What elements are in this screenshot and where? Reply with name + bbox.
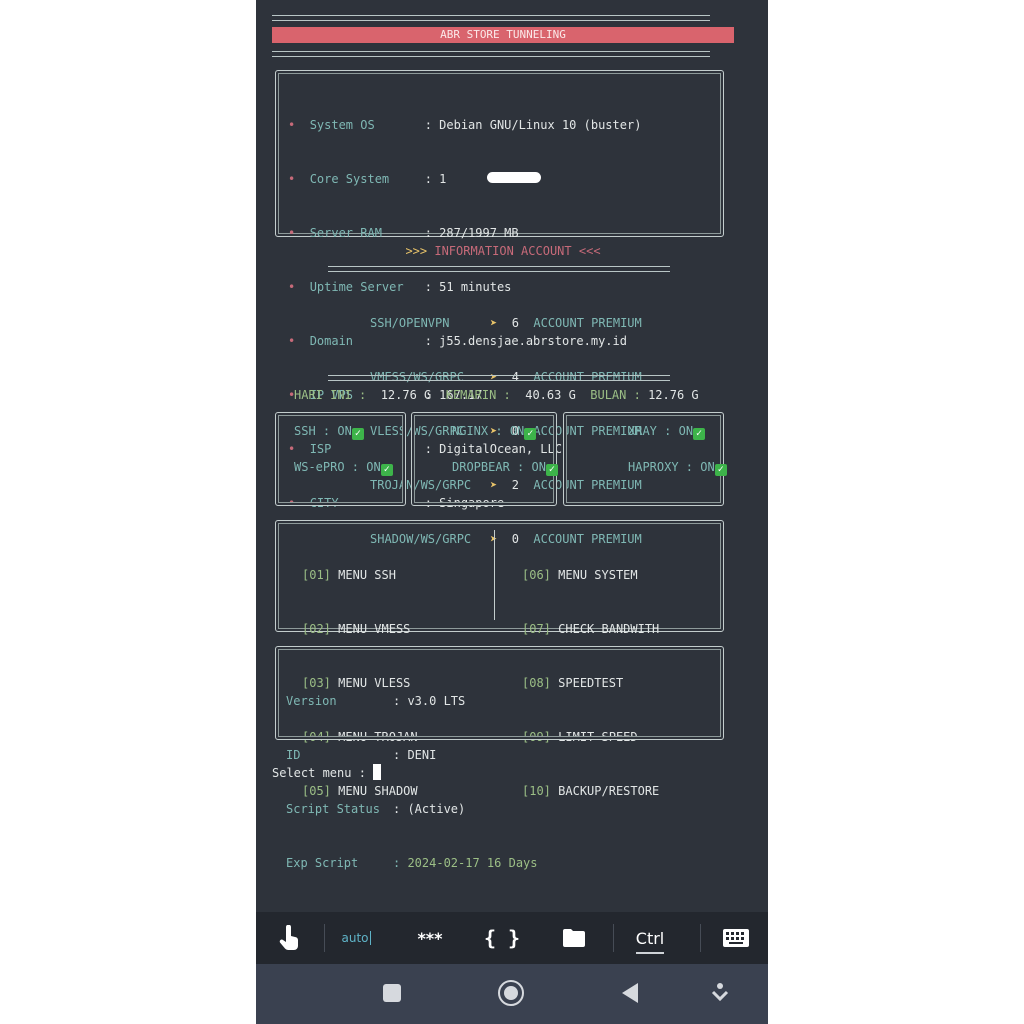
account-row: SSH/OPENVPN ➤ 6 ACCOUNT PREMIUM xyxy=(370,316,642,330)
keyboard-icon[interactable] xyxy=(704,912,768,964)
ctrl-button[interactable]: Ctrl xyxy=(620,912,680,964)
system-nav-bar xyxy=(256,964,768,1024)
service-dropbear: DROPBEAR : ON ✓ xyxy=(452,458,558,476)
script-row: ID: DENI xyxy=(286,748,437,762)
extra-keys-toolbar: auto *** { } Ctrl xyxy=(256,912,768,964)
menu-item-01[interactable]: [01] MENU SSH xyxy=(302,566,418,584)
account-divider-bottom xyxy=(328,375,670,381)
menu-column-divider xyxy=(494,530,495,620)
arrow-down-icon[interactable] xyxy=(710,982,730,1008)
folder-icon[interactable] xyxy=(546,912,602,964)
circle-icon[interactable] xyxy=(498,980,524,1006)
check-icon: ✓ xyxy=(693,428,706,440)
square-icon[interactable] xyxy=(383,984,401,1002)
auto-button[interactable]: auto xyxy=(328,912,384,964)
check-icon: ✓ xyxy=(545,464,558,476)
touch-icon[interactable] xyxy=(256,912,322,964)
service-haproxy: HAPROXY : ON ✓ xyxy=(628,458,727,476)
check-icon: ✓ xyxy=(714,464,727,476)
menu-item-07[interactable]: [07] CHECK BANDWITH xyxy=(522,620,659,638)
select-menu-prompt[interactable]: Select menu : xyxy=(272,764,382,782)
service-ssh: SSH : ON ✓ xyxy=(294,422,364,440)
system-row: • Core System: 1 xyxy=(288,172,447,186)
braces-button[interactable]: { } xyxy=(474,912,530,964)
bandwidth-line: HARI INI : 12.76 G KEMARIN : 40.63 G BUL… xyxy=(294,388,699,402)
service-ws-epro: WS-ePRO : ON ✓ xyxy=(294,458,393,476)
check-icon: ✓ xyxy=(524,428,537,440)
check-icon: ✓ xyxy=(380,464,393,476)
menu-item-10[interactable]: [10] BACKUP/RESTORE xyxy=(522,782,659,800)
script-row: Script Status: (Active) xyxy=(286,802,466,816)
script-row: Exp Script: 2024-02-17 16 Days xyxy=(286,856,538,870)
menu-item-06[interactable]: [06] MENU SYSTEM xyxy=(522,566,659,584)
service-xray: XRAY : ON ✓ xyxy=(628,422,706,440)
redaction-mark xyxy=(487,172,541,183)
terminal-screen: ABR STORE TUNNELING • System OS: Debian … xyxy=(256,0,768,1024)
stars-button[interactable]: *** xyxy=(402,912,458,964)
service-nginx: NGINX : ON ✓ xyxy=(452,422,537,440)
account-divider-top xyxy=(328,266,670,272)
header-divider-top xyxy=(272,15,710,21)
script-info-list: Version: v3.0 LTS ID: DENI Script Status… xyxy=(286,656,538,908)
system-row: • Server RAM: 287/1997 MB xyxy=(288,226,519,240)
text-cursor xyxy=(373,764,382,780)
title-banner: ABR STORE TUNNELING xyxy=(272,27,734,43)
script-row: Version: v3.0 LTS xyxy=(286,694,466,708)
header-divider-bottom xyxy=(272,51,710,57)
arrow-icon: ➤ xyxy=(490,316,505,330)
check-icon: ✓ xyxy=(351,428,364,440)
system-row: • System OS: Debian GNU/Linux 10 (buster… xyxy=(288,118,642,132)
triangle-icon[interactable] xyxy=(620,982,640,1008)
menu-item-02[interactable]: [02] MENU VMESS xyxy=(302,620,418,638)
account-heading: >>> INFORMATION ACCOUNT <<< xyxy=(405,244,601,258)
